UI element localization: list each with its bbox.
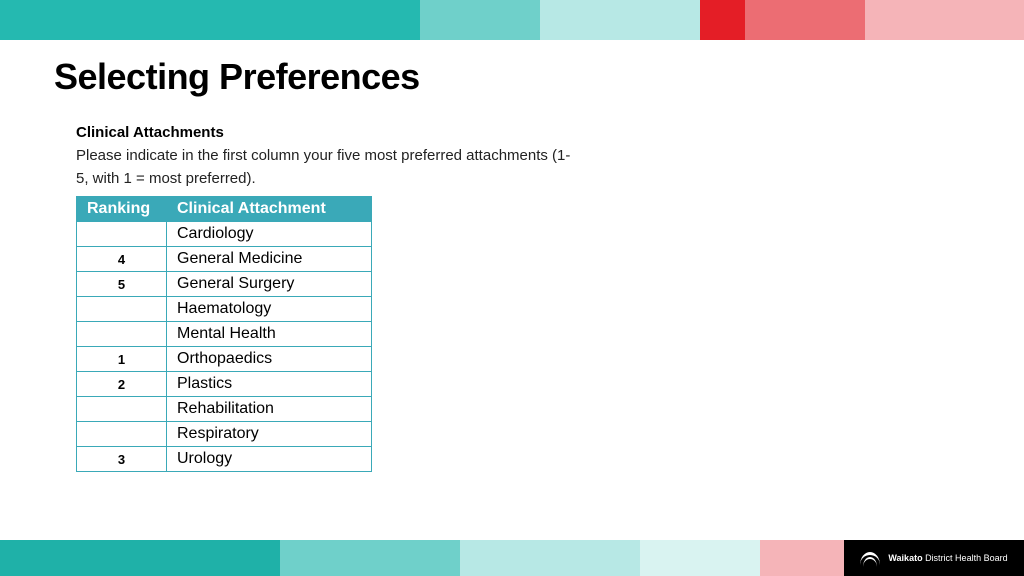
table-row: Haematology — [77, 297, 372, 322]
preferences-table: Ranking Clinical Attachment Cardiology4G… — [76, 196, 372, 472]
rank-cell[interactable]: 2 — [77, 372, 167, 397]
stripe-segment — [540, 0, 700, 40]
attachment-cell: General Medicine — [167, 247, 372, 272]
rank-cell[interactable]: 3 — [77, 447, 167, 472]
stripe-segment — [420, 0, 540, 40]
stripe-segment — [280, 540, 460, 576]
header-attachment: Clinical Attachment — [167, 197, 372, 222]
table-row: Respiratory — [77, 422, 372, 447]
rank-cell[interactable] — [77, 322, 167, 347]
table-row: Rehabilitation — [77, 397, 372, 422]
rank-cell[interactable]: 1 — [77, 347, 167, 372]
attachment-cell: Orthopaedics — [167, 347, 372, 372]
logo-text: Waikato District Health Board — [888, 553, 1007, 563]
rank-cell[interactable] — [77, 222, 167, 247]
section-description: Please indicate in the first column your… — [76, 145, 576, 190]
table-row: 2Plastics — [77, 372, 372, 397]
stripe-segment — [700, 0, 745, 40]
table-row: 1Orthopaedics — [77, 347, 372, 372]
stripe-segment — [865, 0, 1024, 40]
top-color-stripe — [0, 0, 1024, 40]
rank-cell[interactable]: 4 — [77, 247, 167, 272]
rank-cell[interactable]: 5 — [77, 272, 167, 297]
attachment-cell: Rehabilitation — [167, 397, 372, 422]
table-header-row: Ranking Clinical Attachment — [77, 197, 372, 222]
logo-swoosh-icon — [860, 550, 882, 566]
stripe-segment — [640, 540, 760, 576]
header-ranking: Ranking — [77, 197, 167, 222]
stripe-segment — [760, 540, 844, 576]
attachment-cell: Urology — [167, 447, 372, 472]
page-title: Selecting Preferences — [54, 56, 970, 98]
rank-cell[interactable] — [77, 422, 167, 447]
slide-content: Selecting Preferences Clinical Attachmen… — [54, 56, 970, 472]
table-row: Cardiology — [77, 222, 372, 247]
table-row: Mental Health — [77, 322, 372, 347]
table-body: Cardiology4General Medicine5General Surg… — [77, 222, 372, 472]
stripe-segment — [0, 540, 280, 576]
attachment-cell: Plastics — [167, 372, 372, 397]
stripe-segment — [745, 0, 865, 40]
attachment-cell: Cardiology — [167, 222, 372, 247]
rank-cell[interactable] — [77, 297, 167, 322]
attachment-cell: Haematology — [167, 297, 372, 322]
stripe-segment — [0, 0, 420, 40]
logo-waikato-dhb: Waikato District Health Board — [844, 540, 1024, 576]
rank-cell[interactable] — [77, 397, 167, 422]
attachment-cell: Mental Health — [167, 322, 372, 347]
table-row: 5General Surgery — [77, 272, 372, 297]
stripe-segment — [460, 540, 640, 576]
section-heading: Clinical Attachments — [76, 124, 970, 141]
table-row: 3Urology — [77, 447, 372, 472]
table-row: 4General Medicine — [77, 247, 372, 272]
attachment-cell: Respiratory — [167, 422, 372, 447]
attachment-cell: General Surgery — [167, 272, 372, 297]
